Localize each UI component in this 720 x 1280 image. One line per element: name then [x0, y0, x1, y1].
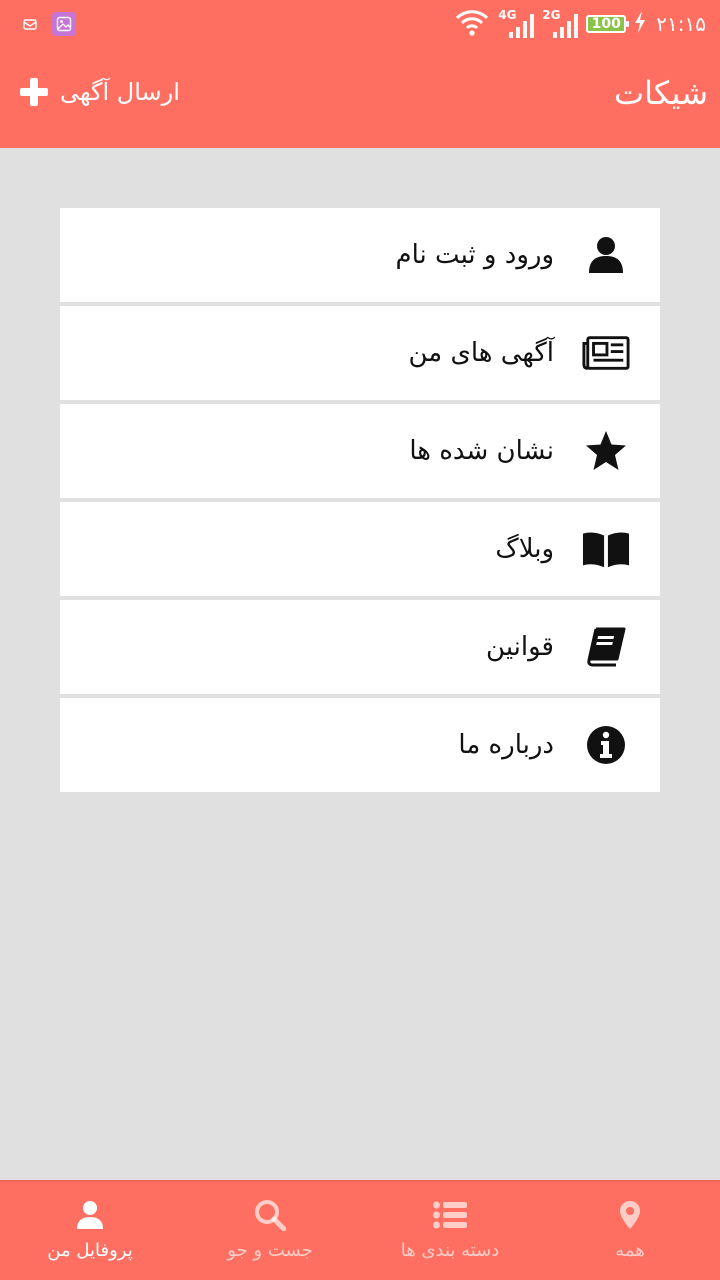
menu-item-label: وبلاگ	[495, 534, 554, 564]
nav-tab-label: پروفایل من	[47, 1240, 133, 1261]
menu-item-label: آگهی های من	[408, 338, 555, 368]
battery-level: 100	[591, 16, 621, 32]
notification-icons	[22, 12, 76, 36]
menu-item-my-ads[interactable]: آگهی های من	[60, 306, 660, 400]
nav-tab-label: جست و جو	[227, 1240, 313, 1261]
nav-tab-categories[interactable]: دسته بندی ها	[360, 1182, 540, 1280]
nav-tab-search[interactable]: جست و جو	[180, 1182, 360, 1280]
nav-tab-label: دسته بندی ها	[400, 1240, 500, 1261]
post-ad-button[interactable]: ارسال آگهی	[20, 78, 180, 106]
list-icon	[433, 1198, 467, 1232]
nav-tab-all[interactable]: همه	[540, 1182, 720, 1280]
info-icon	[582, 721, 630, 769]
bottom-navigation: پروفایل من جست و جو دسته بندی ها همه	[0, 1180, 720, 1280]
menu-item-about-us[interactable]: درباره ما	[60, 698, 660, 792]
charging-icon	[634, 11, 646, 37]
open-book-icon	[582, 525, 630, 573]
clock: ۲۱:۱۵	[656, 12, 706, 36]
search-icon	[253, 1198, 287, 1232]
gallery-icon	[52, 12, 76, 36]
menu-item-label: ورود و ثبت نام	[395, 240, 554, 270]
book-icon	[582, 623, 630, 671]
menu-item-blog[interactable]: وبلاگ	[60, 502, 660, 596]
menu-item-label: نشان شده ها	[409, 436, 554, 466]
menu-item-rules[interactable]: قوانین	[60, 600, 660, 694]
status-bar: 4G 2G 100 ۲۱:۱۵	[0, 0, 720, 48]
menu-item-bookmarked[interactable]: نشان شده ها	[60, 404, 660, 498]
plus-icon	[20, 78, 48, 106]
menu-item-label: درباره ما	[458, 730, 554, 760]
nav-tab-my-profile[interactable]: پروفایل من	[0, 1182, 180, 1280]
post-ad-label: ارسال آگهی	[60, 78, 180, 106]
signal-icon-2g: 2G	[542, 8, 579, 38]
nav-tab-label: همه	[615, 1240, 645, 1261]
mail-icon	[22, 16, 38, 32]
signal-icon-4g: 4G	[498, 8, 535, 38]
system-indicators: 4G 2G 100 ۲۱:۱۵	[454, 8, 706, 40]
wifi-icon	[454, 8, 490, 40]
user-icon	[73, 1198, 107, 1232]
newspaper-icon	[582, 329, 630, 377]
app-title: شیکات	[613, 74, 708, 112]
menu-item-label: قوانین	[486, 632, 554, 662]
app-bar: ارسال آگهی شیکات	[0, 48, 720, 148]
menu-item-login-register[interactable]: ورود و ثبت نام	[60, 208, 660, 302]
user-icon	[582, 231, 630, 279]
profile-menu: ورود و ثبت نام آگهی های من نشان شده ها و…	[60, 208, 660, 796]
star-icon	[582, 427, 630, 475]
location-pin-icon	[613, 1198, 647, 1232]
battery-icon: 100	[586, 15, 630, 33]
